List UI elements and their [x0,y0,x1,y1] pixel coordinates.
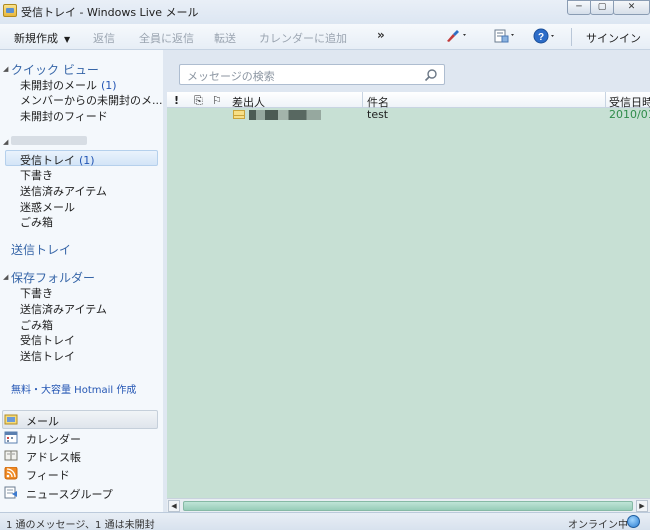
nav-label: ニュースグループ [26,488,113,501]
column-divider[interactable] [605,92,606,108]
quick-views-heading[interactable]: クイック ビュー [11,61,99,78]
newsgroup-icon [4,486,18,499]
scroll-left-button[interactable]: ◀ [168,500,180,512]
title-bar: 受信トレイ - Windows Live メール ─ ▢ ✕ [0,0,650,24]
quick-view-unread-from-contacts[interactable]: メンバーからの未開封のメ... [20,92,163,108]
feed-icon [4,466,18,480]
storage-folder-outbox[interactable]: 送信トレイ [20,348,75,364]
storage-folder-sent-items[interactable]: 送信済みアイテム [20,301,107,317]
column-priority[interactable]: ! [174,94,179,107]
folder-deleted[interactable]: ごみ箱 [20,214,53,230]
column-divider[interactable] [362,92,363,108]
minimize-button[interactable]: ─ [567,0,591,15]
search-icon[interactable] [424,68,438,82]
account-name-redacted[interactable] [11,136,87,145]
unread-envelope-icon [233,110,245,119]
folder-inbox[interactable]: 受信トレイ (1) [20,152,95,168]
connection-status: オンライン中 [568,520,628,530]
new-button-label: 新規作成 [14,32,58,45]
chevron-down-icon: ▼ [64,35,71,44]
compose-view-icon[interactable] [493,28,519,44]
add-to-calendar-button[interactable]: カレンダーに追加 [259,30,347,46]
forward-button[interactable]: 転送 [214,30,236,46]
message-subject: test [367,108,389,121]
storage-folder-drafts[interactable]: 下書き [20,285,53,301]
sign-in-button[interactable]: サインイン [586,30,641,46]
collapse-account-icon[interactable]: ◢ [3,138,8,146]
nav-label: カレンダー [26,433,81,446]
nav-newsgroups[interactable]: ニュースグループ [0,484,160,502]
status-bar: 1 通のメッセージ、1 通は未開封 オンライン中 [0,512,650,530]
mail-icon [4,413,18,426]
quick-view-unread-feeds[interactable]: 未開封のフィード [20,108,108,124]
storage-folders-heading[interactable]: 保存フォルダー [11,269,95,286]
svg-text:?: ? [538,32,544,43]
calendar-icon [4,431,18,444]
close-button[interactable]: ✕ [613,0,650,15]
column-attachment[interactable]: ⎘ [194,94,203,108]
nav-address-book[interactable]: アドレス帳 [0,447,160,465]
scroll-thumb[interactable] [183,501,633,511]
sender-redacted [249,110,321,120]
quick-view-unread-mail[interactable]: 未開封のメール (1) [20,77,117,93]
horizontal-scrollbar[interactable]: ◀ ▶ [167,498,650,512]
storage-folder-inbox[interactable]: 受信トレイ [20,332,75,348]
address-book-icon [4,449,18,462]
message-list-header: ! ⎘ ⚐ 差出人 件名 受信日時 [167,92,650,109]
nav-label: フィード [26,469,70,482]
folder-label: 受信トレイ [20,154,75,167]
windows-live-mail-icon [3,4,17,17]
folder-junk[interactable]: 迷惑メール [20,199,75,215]
unread-count: (1) [79,154,95,167]
reply-button[interactable]: 返信 [93,30,115,46]
search-input[interactable]: メッセージの検索 [179,64,445,85]
column-flag[interactable]: ⚐ [212,94,222,107]
message-count-status: 1 通のメッセージ、1 通は未開封 [6,520,155,530]
paintbrush-icon[interactable] [444,28,470,44]
search-placeholder: メッセージの検索 [187,70,275,83]
nav-label: メール [26,415,59,428]
quick-view-label: 未開封のメール [20,79,97,92]
window-title: 受信トレイ - Windows Live メール [21,6,199,19]
help-icon[interactable]: ? [533,27,559,45]
toolbar: 新規作成 ▼ 返信 全員に返信 転送 カレンダーに追加 » ? サインイン [0,24,650,50]
nav-feeds[interactable]: フィード [0,465,160,483]
message-received-date: 2010/01/ [609,108,650,121]
message-row[interactable]: test 2010/01/ [167,108,650,122]
outbox-heading[interactable]: 送信トレイ [11,241,71,258]
reply-all-button[interactable]: 全員に返信 [139,30,194,46]
storage-folder-deleted[interactable]: ごみ箱 [20,317,53,333]
unread-count: (1) [101,79,117,92]
maximize-button[interactable]: ▢ [590,0,614,15]
folder-sent-items[interactable]: 送信済みアイテム [20,183,107,199]
new-button[interactable]: 新規作成 ▼ [14,30,70,46]
nav-mail[interactable]: メール [0,411,160,429]
hotmail-signup-link[interactable]: 無料・大容量 Hotmail 作成 [11,381,136,396]
message-list[interactable] [167,92,650,512]
folder-drafts[interactable]: 下書き [20,167,53,183]
collapse-quick-views-icon[interactable]: ◢ [3,65,8,73]
nav-calendar[interactable]: カレンダー [0,429,160,447]
scroll-right-button[interactable]: ▶ [636,500,648,512]
collapse-storage-folders-icon[interactable]: ◢ [3,273,8,281]
nav-label: アドレス帳 [26,451,81,464]
toolbar-divider [571,28,572,46]
globe-icon [627,515,640,528]
more-commands-button[interactable]: » [377,28,385,42]
